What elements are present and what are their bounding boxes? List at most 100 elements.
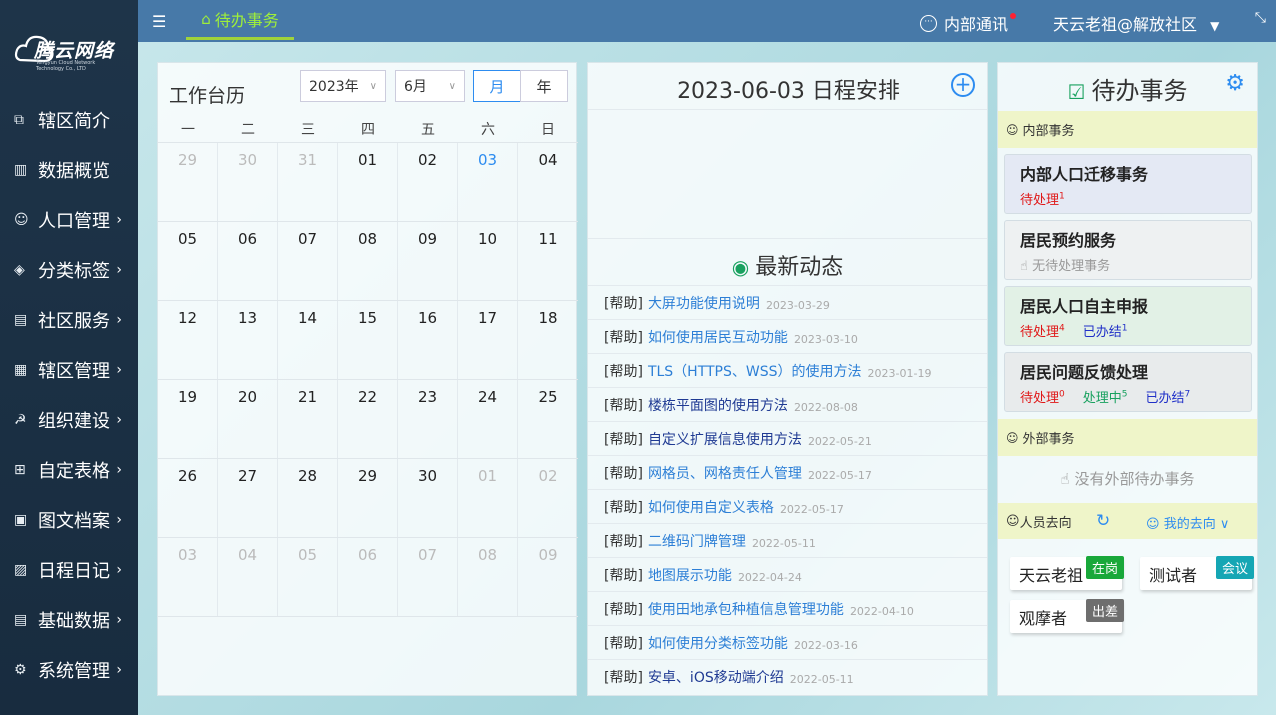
calendar-day[interactable]: 06 xyxy=(338,538,398,616)
calendar-day[interactable]: 21 xyxy=(278,380,338,458)
news-item[interactable]: [帮助] 二维码门牌管理 2022-05-11 xyxy=(588,523,987,557)
sidebar-item[interactable]: ▥ 数据概览 xyxy=(0,150,138,190)
menu-toggle-icon[interactable]: ☰ xyxy=(152,12,166,31)
calendar-day[interactable]: 10 xyxy=(458,222,518,300)
sidebar-item[interactable]: ⚙ 系统管理 › xyxy=(0,650,138,690)
calendar-day[interactable]: 06 xyxy=(218,222,278,300)
calendar-day[interactable]: 20 xyxy=(218,380,278,458)
calendar-day[interactable]: 22 xyxy=(338,380,398,458)
news-item[interactable]: [帮助] 如何使用居民互动功能 2023-03-10 xyxy=(588,319,987,353)
news-link[interactable]: 如何使用自定义表格 xyxy=(648,497,774,517)
task-status[interactable]: 待处理1 xyxy=(1020,189,1065,208)
news-link[interactable]: 如何使用居民互动功能 xyxy=(648,327,788,347)
person-status-card[interactable]: 天云老祖 在岗 xyxy=(1010,556,1124,590)
news-link[interactable]: 安卓、iOS移动端介绍 xyxy=(648,667,784,687)
person-status-card[interactable]: 观摩者 出差 xyxy=(1010,599,1124,633)
calendar-day[interactable]: 05 xyxy=(158,222,218,300)
sidebar-item[interactable]: ▤ 社区服务 › xyxy=(0,300,138,340)
year-select[interactable]: 2023年 ∨ xyxy=(300,70,386,102)
view-year-button[interactable]: 年 xyxy=(520,70,568,102)
month-select[interactable]: 6月 ∨ xyxy=(395,70,465,102)
calendar-day[interactable]: 08 xyxy=(338,222,398,300)
calendar-day[interactable]: 09 xyxy=(518,538,578,616)
sidebar-item[interactable]: ▣ 图文档案 › xyxy=(0,500,138,540)
calendar-day[interactable]: 02 xyxy=(398,143,458,221)
news-item[interactable]: [帮助] 安卓、iOS移动端介绍 2022-05-11 xyxy=(588,659,987,693)
sidebar-item[interactable]: ⊞ 自定表格 › xyxy=(0,450,138,490)
news-link[interactable]: 楼栋平面图的使用方法 xyxy=(648,395,788,415)
task-status[interactable]: 待处理0 xyxy=(1020,387,1065,406)
news-item[interactable]: [帮助] 如何使用自定义表格 2022-05-17 xyxy=(588,489,987,523)
calendar-day[interactable]: 08 xyxy=(458,538,518,616)
task-card[interactable]: 居民问题反馈处理 待处理0 处理中5 已办结7 xyxy=(1004,352,1252,412)
calendar-day[interactable]: 05 xyxy=(278,538,338,616)
calendar-day[interactable]: 07 xyxy=(398,538,458,616)
task-status[interactable]: 已办结1 xyxy=(1083,321,1128,340)
calendar-day[interactable]: 28 xyxy=(278,459,338,537)
calendar-day[interactable]: 07 xyxy=(278,222,338,300)
calendar-day[interactable]: 18 xyxy=(518,301,578,379)
task-card[interactable]: 居民人口自主申报 待处理4 已办结1 xyxy=(1004,286,1252,346)
calendar-day[interactable]: 04 xyxy=(218,538,278,616)
news-link[interactable]: 二维码门牌管理 xyxy=(648,531,746,551)
add-schedule-icon[interactable]: + xyxy=(951,73,975,97)
internal-message-button[interactable]: ··· 内部通讯 xyxy=(920,11,1017,35)
calendar-day[interactable]: 19 xyxy=(158,380,218,458)
calendar-day[interactable]: 11 xyxy=(518,222,578,300)
sidebar-item[interactable]: ◈ 分类标签 › xyxy=(0,250,138,290)
news-link[interactable]: 如何使用分类标签功能 xyxy=(648,633,788,653)
calendar-day[interactable]: 29 xyxy=(158,143,218,221)
fullscreen-icon[interactable]: ⤡ xyxy=(1255,10,1266,26)
news-item[interactable]: [帮助] 楼栋平面图的使用方法 2022-08-08 xyxy=(588,387,987,421)
calendar-day[interactable]: 16 xyxy=(398,301,458,379)
task-status[interactable]: 处理中5 xyxy=(1083,387,1128,406)
news-link[interactable]: 大屏功能使用说明 xyxy=(648,293,760,313)
task-card[interactable]: 居民预约服务 ☝ 无待处理事务 xyxy=(1004,220,1252,280)
calendar-day[interactable]: 01 xyxy=(458,459,518,537)
calendar-day[interactable]: 17 xyxy=(458,301,518,379)
news-link[interactable]: 地图展示功能 xyxy=(648,565,732,585)
gear-icon[interactable]: ⚙ xyxy=(1225,71,1245,96)
news-link[interactable]: 自定义扩展信息使用方法 xyxy=(648,429,802,449)
calendar-day[interactable]: 25 xyxy=(518,380,578,458)
task-status[interactable]: 已办结7 xyxy=(1146,387,1191,406)
calendar-day[interactable]: 24 xyxy=(458,380,518,458)
calendar-day[interactable]: 26 xyxy=(158,459,218,537)
news-item[interactable]: [帮助] 如何使用分类标签功能 2022-03-16 xyxy=(588,625,987,659)
calendar-day[interactable]: 12 xyxy=(158,301,218,379)
news-link[interactable]: 网格员、网格责任人管理 xyxy=(648,463,802,483)
news-item[interactable]: [帮助] 大屏功能使用说明 2023-03-29 xyxy=(588,285,987,319)
calendar-day[interactable]: 01 xyxy=(338,143,398,221)
logo[interactable]: 腾云网络 Tengyun Cloud Network Technology Co… xyxy=(14,26,124,72)
person-status-card[interactable]: 测试者 会议 xyxy=(1140,556,1254,590)
calendar-day[interactable]: 09 xyxy=(398,222,458,300)
calendar-day[interactable]: 03 xyxy=(458,143,518,221)
task-card[interactable]: 内部人口迁移事务 待处理1 xyxy=(1004,154,1252,214)
sidebar-item[interactable]: ▤ 基础数据 › xyxy=(0,600,138,640)
news-item[interactable]: [帮助] 自定义扩展信息使用方法 2022-05-21 xyxy=(588,421,987,455)
calendar-day[interactable]: 29 xyxy=(338,459,398,537)
calendar-day[interactable]: 04 xyxy=(518,143,578,221)
calendar-day[interactable]: 30 xyxy=(398,459,458,537)
task-status[interactable]: ☝ 无待处理事务 xyxy=(1020,255,1110,274)
view-month-button[interactable]: 月 xyxy=(473,70,521,102)
sidebar-item[interactable]: ☺ 人口管理 › xyxy=(0,200,138,240)
calendar-day[interactable]: 03 xyxy=(158,538,218,616)
calendar-day[interactable]: 31 xyxy=(278,143,338,221)
calendar-day[interactable]: 15 xyxy=(338,301,398,379)
sidebar-item[interactable]: ▦ 辖区管理 › xyxy=(0,350,138,390)
sidebar-item[interactable]: ⧉ 辖区简介 xyxy=(0,100,138,140)
calendar-day[interactable]: 02 xyxy=(518,459,578,537)
calendar-day[interactable]: 13 xyxy=(218,301,278,379)
calendar-day[interactable]: 14 xyxy=(278,301,338,379)
task-status[interactable]: 待处理4 xyxy=(1020,321,1065,340)
news-item[interactable]: [帮助] 使用田地承包种植信息管理功能 2022-04-10 xyxy=(588,591,987,625)
tab-todo[interactable]: ⌂ 待办事务 xyxy=(186,0,294,40)
news-link[interactable]: 使用田地承包种植信息管理功能 xyxy=(648,599,844,619)
news-item[interactable]: [帮助] TLS（HTTPS、WSS）的使用方法 2023-01-19 xyxy=(588,353,987,387)
sidebar-item[interactable]: ☭ 组织建设 › xyxy=(0,400,138,440)
user-menu[interactable]: 天云老祖@解放社区 ▼ xyxy=(1053,11,1219,35)
refresh-icon[interactable]: ↻ xyxy=(1096,511,1110,531)
news-link[interactable]: TLS（HTTPS、WSS）的使用方法 xyxy=(648,361,862,381)
news-item[interactable]: [帮助] 地图展示功能 2022-04-24 xyxy=(588,557,987,591)
